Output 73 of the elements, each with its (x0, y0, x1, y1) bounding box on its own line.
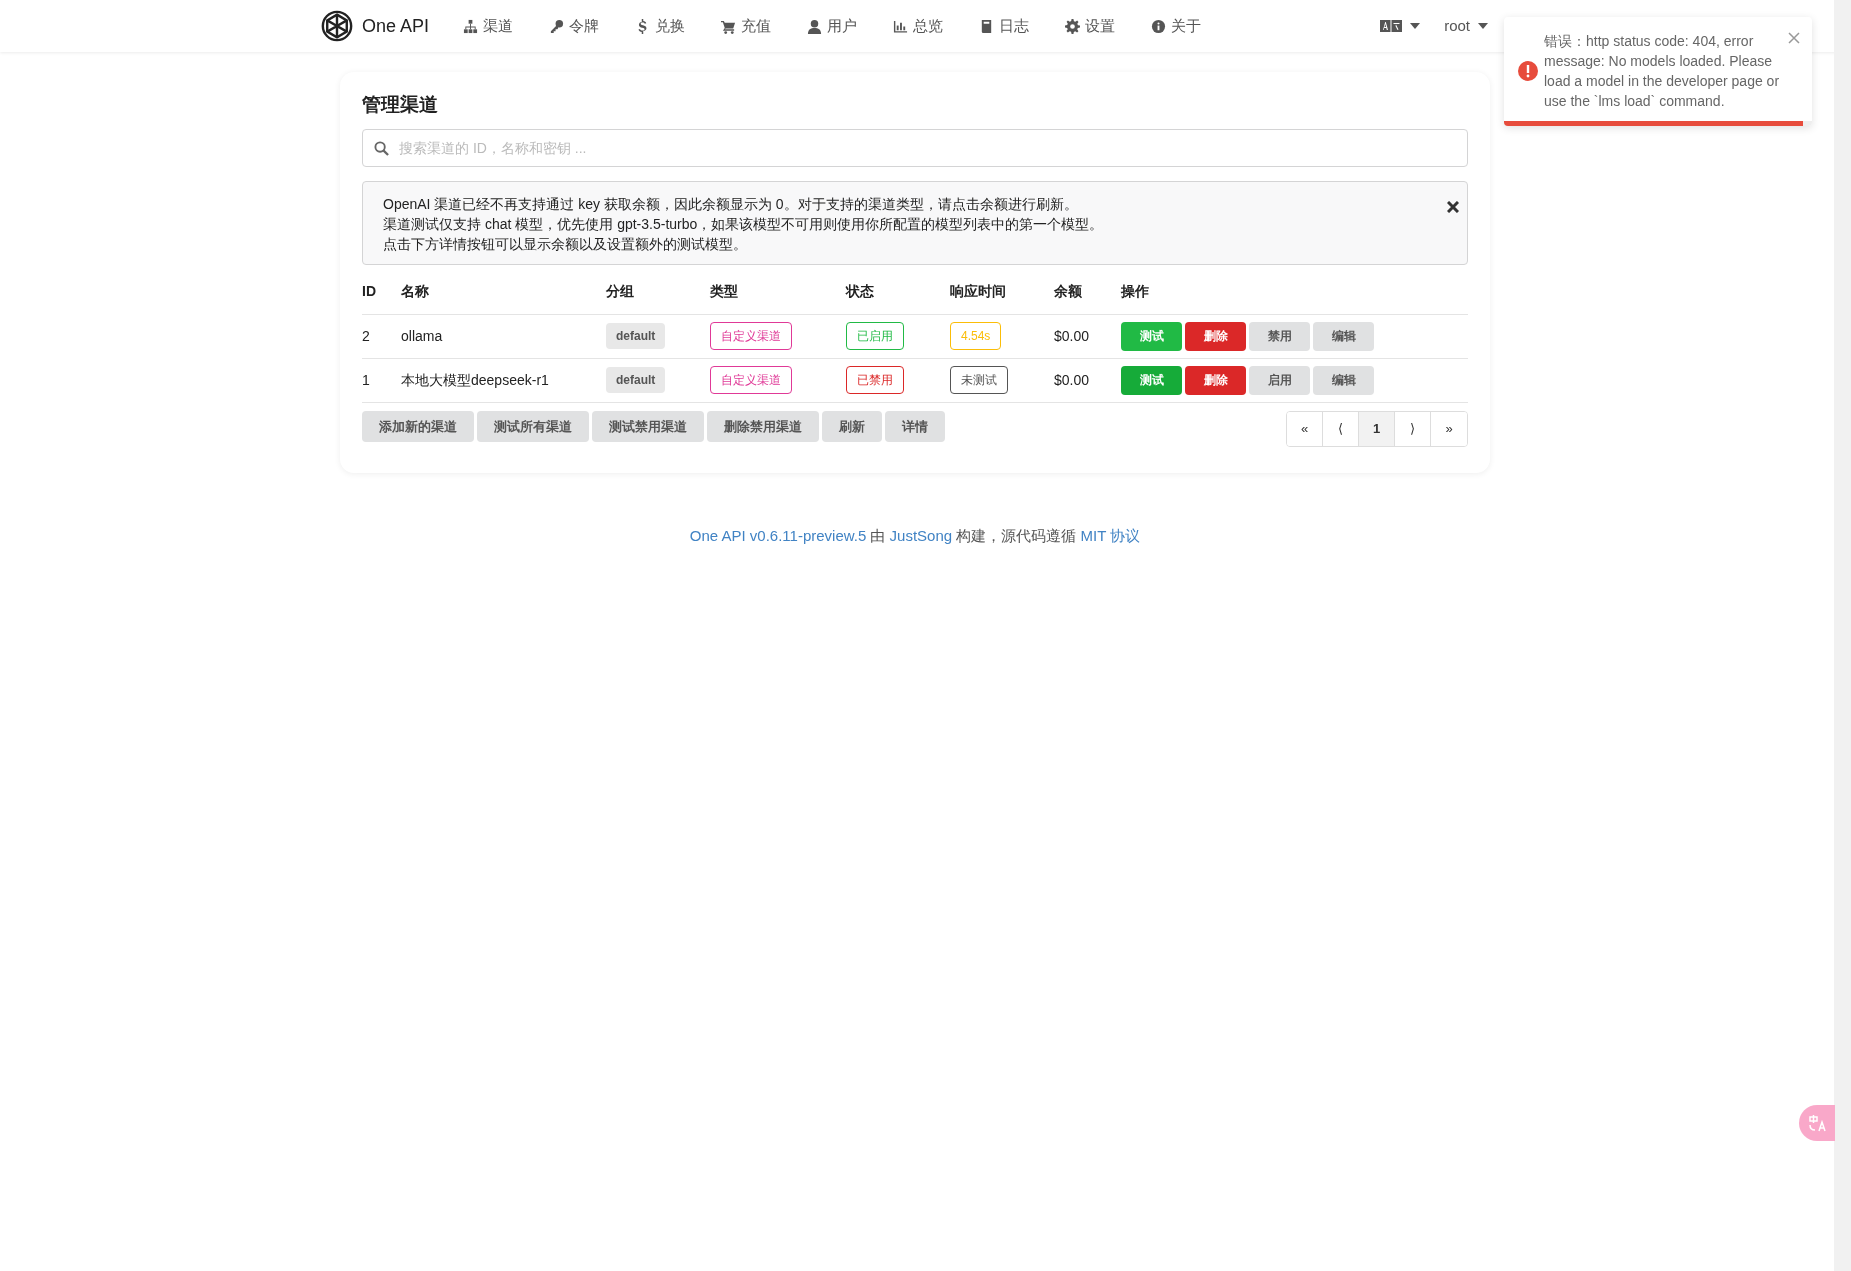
nav-link[interactable]: 设置 (1047, 14, 1134, 38)
bar-chart-icon (893, 18, 909, 34)
nav-link[interactable]: 渠道 (445, 14, 532, 38)
type-label: 自定义渠道 (710, 366, 792, 395)
nav-link[interactable]: 兑换 (617, 14, 704, 38)
sitemap-icon (463, 18, 479, 34)
nav-link[interactable]: 总览 (875, 14, 962, 38)
toolbar-button[interactable]: 详情 (885, 410, 945, 442)
notice-text: OpenAI 渠道已经不再支持通过 key 获取余额，因此余额显示为 0。对于支持的渠道类型，请点击余额进行刷新。 (383, 194, 1079, 214)
page-button[interactable]: « (1287, 411, 1323, 446)
column-header: 名称 (401, 272, 606, 315)
toolbar-button[interactable]: 刷新 (822, 410, 882, 442)
page-button[interactable]: 1 (1359, 411, 1395, 446)
footer-text: One API v0.6.11-preview.5 由 JustSong 构建，源代码遵循 MIT 协议 (688, 525, 1142, 546)
column-header: 响应时间 (950, 272, 1054, 315)
table-cell: ollama (401, 314, 606, 359)
footer-link[interactable]: MIT 协议 (1080, 526, 1141, 544)
nav-link[interactable]: 充值 (703, 14, 790, 38)
response-time-label: 未测试 (950, 366, 1008, 395)
action-button[interactable]: 删除 (1185, 365, 1246, 395)
close-icon (1788, 31, 1800, 44)
close-icon (1447, 200, 1459, 213)
brand-link[interactable]: One API (320, 9, 430, 43)
notice-text: 点击下方详情按钮可以显示余额以及设置额外的测试模型。 (383, 234, 748, 254)
column-header: 操作 (1121, 272, 1468, 315)
action-button[interactable]: 删除 (1185, 321, 1246, 351)
error-icon (1518, 61, 1538, 81)
cart-icon (721, 18, 737, 34)
nav-link[interactable]: 关于 (1133, 14, 1220, 38)
type-label: 自定义渠道 (710, 322, 792, 351)
footer-link[interactable]: One API v0.6.11-preview.5 (689, 526, 867, 544)
nav-link[interactable]: 令牌 (531, 14, 618, 38)
error-message: 错误：http status code: 404, error message: No models loaded. Please load a model in the developer page or use the `lms load` command. (1544, 32, 1781, 111)
page-title: 管理渠道 (362, 94, 439, 117)
column-header: 状态 (846, 272, 950, 315)
action-button[interactable]: 编辑 (1313, 365, 1374, 395)
user-icon (807, 18, 823, 34)
group-tag: default (606, 323, 666, 350)
translate-icon (1808, 1114, 1826, 1132)
key-icon (549, 18, 565, 34)
action-button[interactable]: 测试 (1121, 365, 1182, 395)
translate-icon (1380, 20, 1403, 32)
notice-text: 渠道测试仅支持 chat 模型，优先使用 gpt-3.5-turbo，如果该模型不可用则使用你所配置的模型列表中的第一个模型。 (383, 214, 1105, 234)
toolbar-button[interactable]: 删除禁用渠道 (707, 410, 819, 442)
action-button[interactable]: 编辑 (1313, 321, 1374, 351)
status-label: 已禁用 (846, 366, 904, 395)
language-dropdown[interactable] (1380, 20, 1421, 32)
column-header: 类型 (710, 272, 846, 315)
info-icon (1151, 18, 1167, 34)
search-icon (374, 140, 389, 156)
caret-icon (1478, 23, 1488, 29)
footer-link[interactable]: JustSong (889, 526, 953, 544)
table-cell: 本地大模型deepseek-r1 (401, 358, 606, 403)
column-header: ID (362, 272, 401, 315)
nav-link[interactable]: 用户 (789, 14, 876, 38)
response-time-label: 4.54s (950, 322, 1002, 351)
column-header: 分组 (606, 272, 710, 315)
action-button[interactable]: 启用 (1249, 365, 1310, 395)
toolbar-button[interactable]: 测试所有渠道 (477, 410, 589, 442)
action-button[interactable]: 禁用 (1249, 321, 1310, 351)
gear-icon (1065, 18, 1081, 34)
toolbar-button[interactable]: 测试禁用渠道 (592, 410, 704, 442)
nav-link[interactable]: 日志 (961, 14, 1048, 38)
column-header: 余额 (1054, 272, 1121, 315)
logo-icon (320, 9, 354, 43)
user-dropdown[interactable]: root (1444, 14, 1488, 38)
table-cell: 2 (362, 314, 401, 359)
caret-icon (1410, 23, 1421, 29)
search-field[interactable]: 搜索渠道的 ID，名称和密钥 ... (362, 128, 1468, 167)
status-label: 已启用 (846, 322, 904, 351)
toolbar-button[interactable]: 添加新的渠道 (362, 410, 474, 442)
table-cell: 1 (362, 358, 401, 403)
group-tag: default (606, 367, 666, 394)
